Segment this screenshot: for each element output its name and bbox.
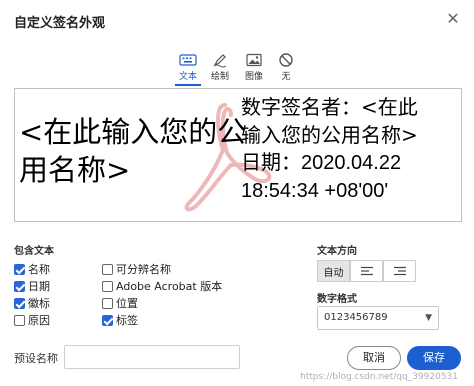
digit-format-value: 0123456789 — [324, 312, 388, 323]
keyboard-icon — [179, 54, 197, 66]
preview-signer-line-1: 数字签名者：<在此 — [241, 95, 418, 119]
checkbox-labels-box[interactable] — [102, 314, 113, 326]
checkbox-reason-box[interactable] — [14, 314, 25, 326]
checkbox-name-box[interactable] — [14, 263, 25, 275]
checkbox-location[interactable]: 位置 — [102, 295, 138, 311]
tab-text-label: 文本 — [178, 72, 197, 82]
checkbox-date-box[interactable] — [14, 280, 25, 292]
preview-date-line-1: 日期：2020.04.22 — [241, 152, 402, 174]
align-left-icon — [360, 266, 373, 276]
checkbox-logo-box[interactable] — [14, 297, 25, 309]
preview-signer-line-2: 输入您的公用名称> — [241, 123, 418, 147]
include-text-heading: 包含文本 — [14, 246, 54, 257]
preset-name-input[interactable] — [64, 345, 240, 369]
align-right-icon — [393, 266, 406, 276]
text-direction-toggle: 自动 — [317, 260, 417, 282]
dialog-title: 自定义签名外观 — [14, 16, 106, 31]
save-button[interactable]: 保存 — [407, 346, 461, 370]
checkbox-acrobat-version-label: Adobe Acrobat 版本 — [116, 280, 223, 293]
tab-draw[interactable]: 绘制 — [203, 52, 237, 84]
pen-icon — [213, 54, 227, 68]
checkbox-date-label: 日期 — [28, 280, 50, 293]
checkbox-distinguished-name-label: 可分辨名称 — [116, 263, 171, 276]
checkbox-reason[interactable]: 原因 — [14, 312, 50, 328]
tab-text[interactable]: 文本 — [171, 52, 205, 86]
checkbox-location-label: 位置 — [116, 297, 138, 310]
checkbox-logo[interactable]: 徽标 — [14, 295, 50, 311]
direction-auto-button[interactable]: 自动 — [317, 260, 350, 282]
direction-left-button[interactable] — [350, 260, 383, 282]
tab-none-label: 无 — [281, 72, 291, 82]
tab-none[interactable]: 无 — [269, 52, 303, 84]
checkbox-acrobat-version[interactable]: Adobe Acrobat 版本 — [102, 278, 222, 294]
tab-image-label: 图像 — [244, 72, 263, 82]
signature-preview: <在此输入您的公用名称> 数字签名者：<在此 输入您的公用名称> 日期：2020… — [14, 88, 462, 222]
chevron-down-icon: ▼ — [425, 313, 432, 323]
checkbox-logo-label: 徽标 — [28, 297, 50, 310]
checkbox-labels[interactable]: 标签 — [102, 312, 138, 328]
checkbox-labels-label: 标签 — [116, 314, 138, 327]
cancel-button[interactable]: 取消 — [347, 346, 401, 370]
checkbox-acrobat-version-box[interactable] — [102, 280, 113, 292]
checkbox-name-label: 名称 — [28, 263, 50, 276]
appearance-tabs: 文本 绘制 图像 无 — [0, 52, 474, 86]
text-direction-heading: 文本方向 — [317, 246, 357, 257]
preview-date-line-2: 18:54:34 +08'00' — [241, 180, 389, 202]
checkbox-reason-label: 原因 — [28, 314, 50, 327]
digit-format-heading: 数字格式 — [317, 294, 357, 305]
none-icon — [279, 53, 293, 67]
checkbox-name[interactable]: 名称 — [14, 261, 50, 277]
close-icon[interactable]: ✕ — [444, 10, 462, 28]
signature-appearance-dialog: 自定义签名外观 ✕ 文本 绘制 图像 无 <在此输入您的公用名称> 数字签名者：… — [0, 0, 474, 386]
checkbox-location-box[interactable] — [102, 297, 113, 309]
image-icon — [246, 53, 262, 67]
preview-details: 数字签名者：<在此 输入您的公用名称> 日期：2020.04.22 18:54:… — [241, 93, 461, 205]
checkbox-distinguished-name-box[interactable] — [102, 263, 113, 275]
watermark-url: https://blog.csdn.net/qq_39920531 — [300, 372, 459, 382]
checkbox-distinguished-name[interactable]: 可分辨名称 — [102, 261, 171, 277]
preset-name-label: 预设名称 — [14, 352, 58, 365]
direction-right-button[interactable] — [383, 260, 416, 282]
digit-format-select[interactable]: 0123456789 ▼ — [317, 306, 439, 330]
tab-image[interactable]: 图像 — [237, 52, 271, 84]
checkbox-date[interactable]: 日期 — [14, 278, 50, 294]
tab-draw-label: 绘制 — [210, 72, 229, 82]
preview-name-text: <在此输入您的公用名称> — [19, 115, 247, 187]
